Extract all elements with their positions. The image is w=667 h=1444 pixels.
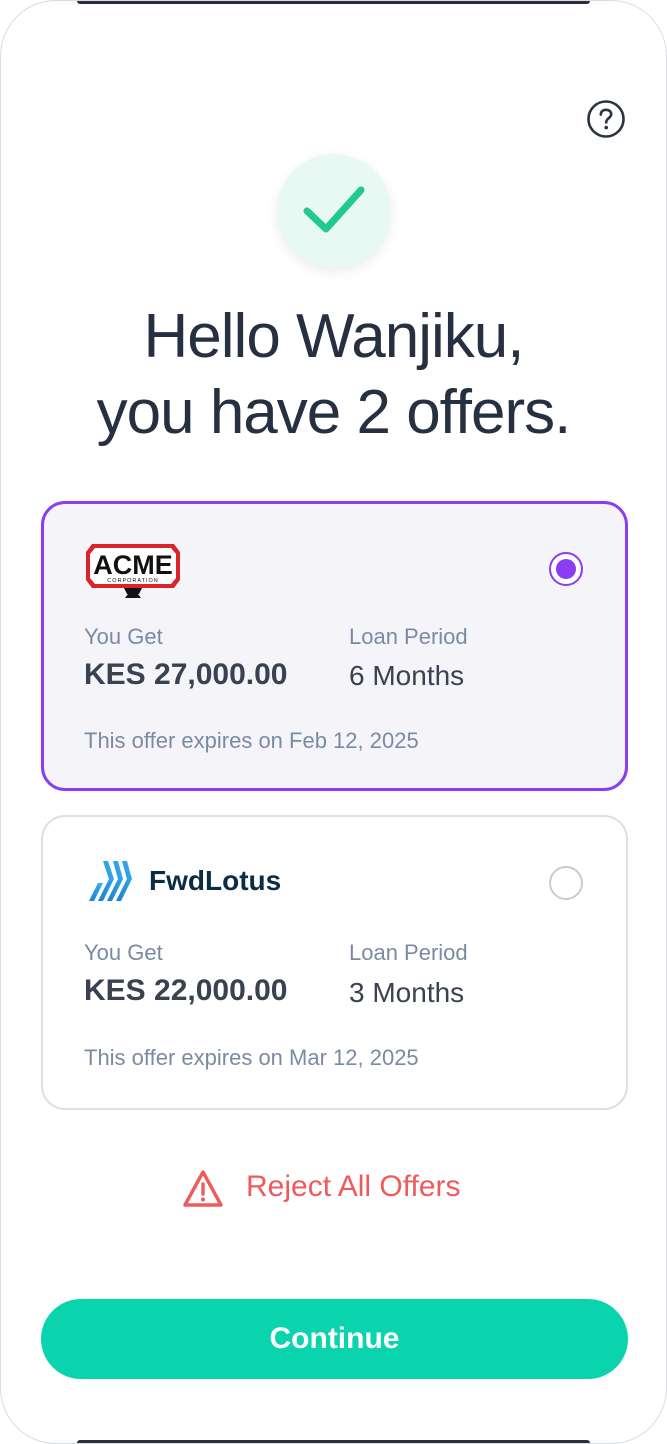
reject-all-offers-button[interactable]: Reject All Offers [179, 1166, 499, 1212]
lender-name: FwdLotus [149, 865, 282, 896]
question-circle-icon [587, 100, 625, 138]
loan-period-value: 3 Months [349, 977, 465, 1008]
acme-logo-subtext: CORPORATION [107, 578, 159, 584]
offer-radio-unselected[interactable] [549, 866, 583, 900]
success-badge [277, 154, 391, 268]
loan-period-value: 6 Months [349, 660, 465, 691]
offer-amount: KES 27,000.00 [84, 658, 288, 691]
phone-frame: Hello Wanjiku, you have 2 offers. ACME C… [0, 0, 667, 1444]
offer-card-acme[interactable]: ACME CORPORATION You Get KES 27,000.00 L… [41, 501, 628, 791]
page-title: Hello Wanjiku, you have 2 offers. [1, 299, 666, 451]
top-bezel [77, 1, 590, 4]
warning-triangle-icon [183, 1170, 223, 1207]
reject-label: Reject All Offers [246, 1170, 461, 1203]
loan-period-label: Loan Period [349, 940, 468, 965]
checkmark-icon [303, 186, 365, 233]
you-get-label: You Get [84, 624, 163, 649]
help-button[interactable] [586, 99, 626, 139]
fwdlotus-logo [89, 861, 132, 901]
acme-corporation-logo: ACME CORPORATION [86, 544, 180, 598]
greeting-line-1: Hello Wanjiku, [143, 302, 525, 371]
offer-expiry: This offer expires on Mar 12, 2025 [84, 1045, 419, 1070]
offer-radio-selected[interactable] [549, 552, 583, 586]
acme-logo-text: ACME [93, 550, 173, 580]
bottom-bezel [77, 1440, 590, 1443]
offer-expiry: This offer expires on Feb 12, 2025 [84, 728, 419, 753]
you-get-label: You Get [84, 940, 163, 965]
loan-period-label: Loan Period [349, 624, 468, 649]
offer-card-fwdlotus[interactable]: FwdLotus You Get KES 22,000.00 Loan Peri… [41, 815, 628, 1110]
greeting-line-2: you have 2 offers. [96, 378, 572, 447]
continue-button[interactable]: Continue [41, 1299, 628, 1379]
offer-amount: KES 22,000.00 [84, 974, 288, 1007]
